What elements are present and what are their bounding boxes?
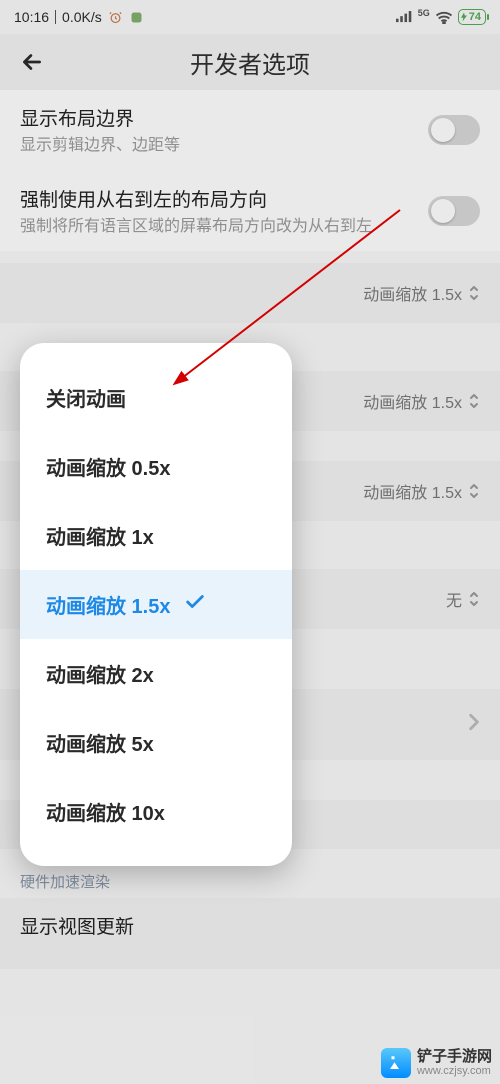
updown-icon bbox=[468, 285, 480, 301]
updown-icon bbox=[468, 483, 480, 499]
row-show-view-updates[interactable]: 显示视图更新 bbox=[0, 898, 500, 969]
row-value: 动画缩放 1.5x bbox=[363, 479, 462, 503]
arrow-left-icon bbox=[19, 49, 45, 75]
network-type: 5G bbox=[418, 8, 430, 18]
page-title: 开发者选项 bbox=[50, 45, 486, 80]
popup-option-2x[interactable]: 动画缩放 2x bbox=[20, 639, 292, 708]
wifi-icon bbox=[435, 10, 453, 24]
row-show-layout-bounds[interactable]: 显示布局边界 显示剪辑边界、边距等 bbox=[0, 90, 500, 171]
updown-icon bbox=[468, 393, 480, 409]
toggle-force-rtl[interactable] bbox=[428, 196, 480, 226]
watermark-logo-icon bbox=[381, 1048, 411, 1078]
popup-option-10x[interactable]: 动画缩放 10x bbox=[20, 777, 292, 846]
row-window-animation-scale[interactable]: 动画缩放 1.5x bbox=[0, 263, 500, 323]
row-title: 显示布局边界 bbox=[20, 104, 428, 131]
updown-icon bbox=[468, 591, 480, 607]
battery-indicator: 74 bbox=[458, 9, 486, 25]
check-icon bbox=[184, 591, 206, 619]
row-subtitle: 强制将所有语言区域的屏幕布局方向改为从右到左 bbox=[20, 216, 428, 238]
watermark: 铲子手游网 www.czjsy.com bbox=[373, 1042, 500, 1084]
status-bar: 10:16 0.0K/s 5G 74 bbox=[0, 0, 500, 34]
popup-option-0-5x[interactable]: 动画缩放 0.5x bbox=[20, 432, 292, 501]
watermark-title: 铲子手游网 bbox=[417, 1049, 492, 1066]
back-button[interactable] bbox=[14, 44, 50, 80]
toggle-layout-bounds[interactable] bbox=[428, 115, 480, 145]
signal-icon bbox=[396, 10, 413, 24]
row-title: 强制使用从右到左的布局方向 bbox=[20, 185, 428, 212]
row-force-rtl[interactable]: 强制使用从右到左的布局方向 强制将所有语言区域的屏幕布局方向改为从右到左 bbox=[0, 171, 500, 252]
app-header: 开发者选项 bbox=[0, 34, 500, 90]
chevron-right-icon bbox=[468, 713, 480, 736]
popup-option-5x[interactable]: 动画缩放 5x bbox=[20, 708, 292, 777]
row-value: 动画缩放 1.5x bbox=[363, 389, 462, 413]
row-value: 无 bbox=[446, 587, 462, 611]
row-subtitle: 显示剪辑边界、边距等 bbox=[20, 135, 428, 157]
animation-scale-popup: 关闭动画 动画缩放 0.5x 动画缩放 1x 动画缩放 1.5x 动画缩放 2x… bbox=[20, 343, 292, 866]
status-netspeed: 0.0K/s bbox=[62, 9, 102, 25]
status-time: 10:16 bbox=[14, 9, 49, 25]
row-value: 动画缩放 1.5x bbox=[363, 281, 462, 305]
alarm-icon bbox=[108, 10, 123, 25]
popup-option-1-5x[interactable]: 动画缩放 1.5x bbox=[20, 570, 292, 639]
app-indicator-icon bbox=[129, 10, 144, 25]
status-separator bbox=[55, 10, 56, 24]
watermark-url: www.czjsy.com bbox=[417, 1065, 492, 1077]
popup-option-off[interactable]: 关闭动画 bbox=[20, 363, 292, 432]
row-title: 显示视图更新 bbox=[20, 912, 480, 939]
popup-option-1x[interactable]: 动画缩放 1x bbox=[20, 501, 292, 570]
